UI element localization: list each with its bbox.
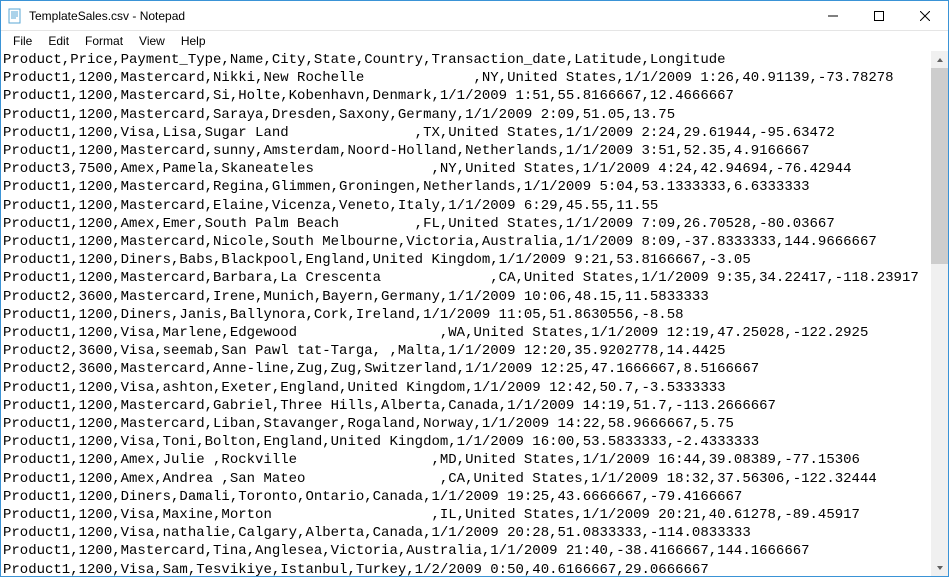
content-wrap: Product,Price,Payment_Type,Name,City,Sta… (1, 51, 948, 576)
close-button[interactable] (902, 1, 948, 30)
text-area[interactable]: Product,Price,Payment_Type,Name,City,Sta… (1, 51, 948, 576)
window-title: TemplateSales.csv - Notepad (29, 9, 810, 23)
menu-format[interactable]: Format (77, 32, 131, 50)
notepad-icon (7, 8, 23, 24)
titlebar: TemplateSales.csv - Notepad (1, 1, 948, 31)
menu-file[interactable]: File (5, 32, 40, 50)
vertical-scrollbar[interactable] (931, 51, 948, 576)
scroll-up-button[interactable] (931, 51, 948, 68)
minimize-button[interactable] (810, 1, 856, 30)
menu-edit[interactable]: Edit (40, 32, 77, 50)
scroll-thumb[interactable] (931, 68, 948, 264)
menubar: File Edit Format View Help (1, 31, 948, 51)
window-controls (810, 1, 948, 30)
maximize-button[interactable] (856, 1, 902, 30)
scroll-down-button[interactable] (931, 559, 948, 576)
menu-view[interactable]: View (131, 32, 173, 50)
scroll-track[interactable] (931, 68, 948, 559)
menu-help[interactable]: Help (173, 32, 214, 50)
